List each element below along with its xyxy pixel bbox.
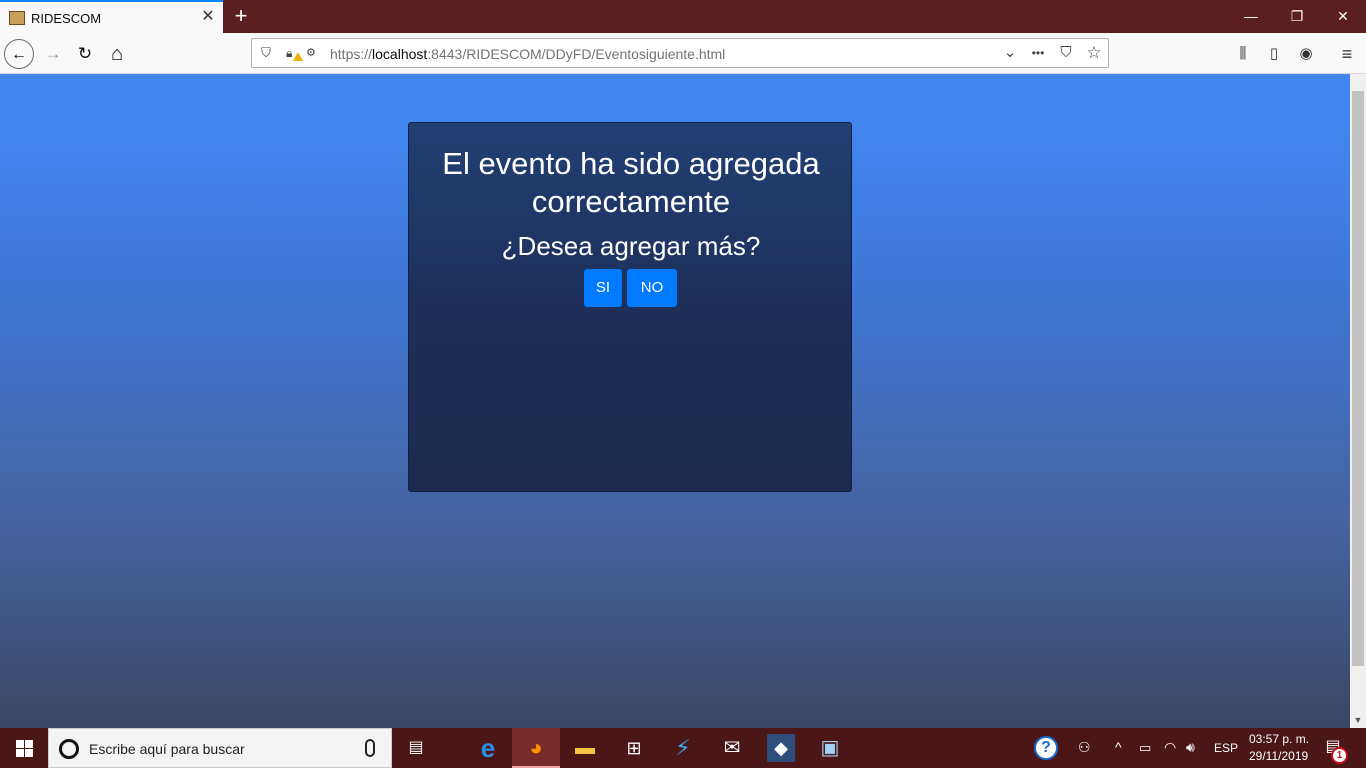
vertical-scrollbar[interactable]: ▼ [1350, 74, 1366, 728]
hamburger-menu-icon[interactable]: ≡ [1335, 42, 1359, 66]
edge-icon[interactable]: e [474, 734, 502, 762]
library-icon[interactable]: ⫼ [1231, 42, 1255, 66]
file-explorer-icon[interactable]: ▬ [571, 734, 599, 762]
navigation-toolbar: ← → ↻ ⌂ ⛉ 🔒︎ ⚙ https://localhost:8443/RI… [0, 33, 1366, 74]
mail-icon[interactable]: ✉ [718, 734, 746, 762]
pocket-icon[interactable]: ⛉ [1056, 43, 1076, 63]
address-bar[interactable]: ⛉ 🔒︎ ⚙ https://localhost:8443/RIDESCOM/D… [251, 38, 1109, 68]
volume-icon[interactable]: 🔊︎ [1186, 739, 1195, 756]
url-text[interactable]: https://localhost:8443/RIDESCOM/DDyFD/Ev… [330, 46, 725, 62]
back-button[interactable]: ← [4, 39, 34, 69]
notification-count-badge: 1 [1331, 747, 1348, 764]
scroll-down-arrow-icon[interactable]: ▼ [1350, 712, 1366, 728]
visual-studio-code-icon[interactable]: ⚡ [669, 734, 697, 762]
tracking-shield-icon[interactable]: ⛉ [258, 45, 274, 61]
sidebar-icon[interactable]: ▯ [1262, 42, 1286, 66]
add-more-question: ¿Desea agregar más? [501, 231, 761, 261]
forward-button[interactable]: → [38, 39, 68, 69]
people-icon[interactable]: ⚇ [1078, 739, 1091, 756]
task-view-icon[interactable]: ▤ [402, 734, 430, 762]
success-message: El evento ha sido agregada correctamente [442, 146, 820, 219]
restore-button[interactable]: ❐ [1274, 0, 1320, 33]
search-placeholder: Escribe aquí para buscar [89, 741, 245, 757]
tab-title: RIDESCOM [31, 11, 102, 26]
confirmation-panel: El evento ha sido agregada correctamente… [408, 122, 852, 492]
yes-button[interactable]: SI [584, 269, 622, 307]
clock-date[interactable]: 29/11/2019 [1249, 749, 1308, 763]
minimize-button[interactable]: — [1228, 0, 1274, 33]
tab-ridescom[interactable]: RIDESCOM ✕ [0, 0, 223, 33]
warning-icon [293, 52, 303, 61]
help-icon[interactable]: ? [1034, 736, 1058, 760]
window-close-button[interactable]: ✕ [1320, 0, 1366, 33]
battery-icon[interactable]: ▭ [1139, 740, 1151, 756]
microsoft-store-icon[interactable]: ⊞ [620, 734, 648, 762]
wifi-icon[interactable]: ◠ [1164, 739, 1176, 756]
start-button[interactable] [0, 728, 48, 768]
firefox-icon: ◕ [529, 735, 543, 760]
account-icon[interactable]: ◉ [1294, 42, 1318, 66]
scrollbar-thumb[interactable] [1352, 91, 1364, 666]
close-tab-icon[interactable]: ✕ [198, 6, 218, 28]
firefox-taskbar-item[interactable]: ◕ [512, 728, 560, 768]
language-indicator[interactable]: ESP [1214, 741, 1238, 755]
page-actions-icon[interactable]: ••• [1028, 43, 1048, 63]
site-favicon-icon [9, 11, 25, 25]
clock-time[interactable]: 03:57 p. m. [1249, 732, 1309, 746]
taskbar-search-box[interactable]: Escribe aquí para buscar [48, 728, 392, 768]
no-button[interactable]: NO [627, 269, 677, 307]
home-button[interactable]: ⌂ [102, 39, 132, 69]
mysql-workbench-icon[interactable]: ◆ [767, 734, 795, 762]
new-tab-button[interactable]: + [230, 4, 252, 28]
windows-taskbar: Escribe aquí para buscar ▤ e ◕ ▬ ⊞ ⚡ ✉ ◆… [0, 728, 1366, 768]
reload-button[interactable]: ↻ [70, 39, 100, 69]
bookmark-star-icon[interactable]: ☆ [1084, 43, 1104, 63]
page-content: El evento ha sido agregada correctamente… [0, 74, 1350, 728]
url-dropdown-icon[interactable]: ⌄ [1000, 43, 1020, 63]
microphone-icon[interactable] [365, 739, 375, 757]
show-hidden-icons-chevron-icon[interactable]: ^ [1115, 739, 1122, 755]
tab-strip: RIDESCOM ✕ + — ❐ ✕ [0, 0, 1366, 33]
cortana-icon [59, 739, 79, 759]
virtualbox-icon[interactable]: ▣ [816, 734, 844, 762]
permissions-icon[interactable]: ⚙ [306, 45, 322, 61]
